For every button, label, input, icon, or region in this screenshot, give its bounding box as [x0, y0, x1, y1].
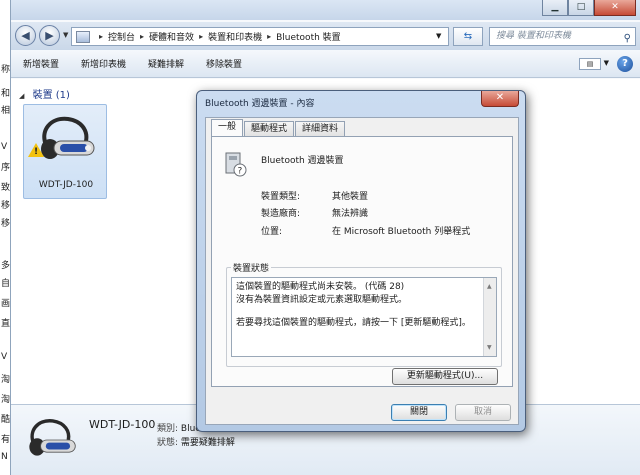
breadcrumb-devices-printers[interactable]: 裝置和印表機: [208, 30, 262, 43]
device-status-textbox[interactable]: 這個裝置的驅動程式尚未安裝。 (代碼 28) 沒有為裝置資訊設定或元素選取驅動程…: [231, 277, 497, 357]
device-name-label: WDT-JD-100: [38, 180, 94, 190]
dialog-close-button[interactable]: ✕: [481, 91, 519, 107]
bg-glyph: V: [1, 142, 8, 152]
troubleshoot-button[interactable]: 疑難排解: [148, 57, 184, 70]
window-controls: ▁ □ ✕: [542, 0, 636, 16]
dialog-title: Bluetooth 週邊裝置 - 內容: [205, 99, 315, 109]
bg-glyph: 酷: [1, 415, 11, 425]
prop-location-label: 位置:: [261, 227, 283, 237]
general-tab-content: ? Bluetooth 週邊裝置 裝置類型: 其他裝置 製造廠商: 無法辨識 位…: [211, 136, 513, 387]
address-bar-row: ◀ ▶ ▼ ▸ 控制台 ▸ 硬體和音效 ▸ 裝置和印表機 ▸ Bluetooth…: [11, 22, 640, 50]
device-status-group: 裝置狀態 這個裝置的驅動程式尚未安裝。 (代碼 28) 沒有為裝置資訊設定或元素…: [226, 261, 502, 367]
bg-glyph: 淘: [1, 395, 11, 405]
update-driver-button[interactable]: 更新驅動程式(U)...: [392, 368, 498, 385]
remove-device-button[interactable]: 移除裝置: [206, 57, 242, 70]
category-label: 類別:: [157, 424, 179, 434]
bg-glyph: N: [1, 452, 8, 462]
device-status-label: 裝置狀態: [231, 261, 272, 274]
close-window-button[interactable]: ✕: [594, 0, 636, 16]
status-scrollbar[interactable]: ▲ ▼: [483, 278, 496, 356]
status-line: 若要尋找這個裝置的驅動程式，請按一下 [更新驅動程式]。: [236, 318, 471, 328]
status-spacer: [236, 307, 492, 317]
bg-glyph: V: [1, 352, 8, 362]
details-status-row: 狀態: 需要疑難排解: [157, 435, 235, 448]
breadcrumb-control-panel[interactable]: 控制台: [108, 30, 135, 43]
search-placeholder: 搜尋 裝置和印表機: [496, 31, 571, 41]
bluetooth-properties-dialog: Bluetooth 週邊裝置 - 內容 ✕ 一般 驅動程式 詳細資料 ? Blu…: [196, 90, 526, 432]
tab-details[interactable]: 詳細資料: [295, 121, 346, 136]
recent-pages-dropdown[interactable]: ▼: [63, 31, 68, 39]
address-dropdown-icon[interactable]: ▼: [436, 32, 441, 40]
prop-location-value: 在 Microsoft Bluetooth 列舉程式: [332, 227, 471, 237]
prop-device-type-value: 其他裝置: [332, 192, 369, 202]
refresh-icon: ⇆: [463, 31, 473, 42]
chevron-right-icon[interactable]: ▸: [199, 32, 203, 41]
breadcrumb-hardware-sound[interactable]: 硬體和音效: [149, 30, 194, 43]
bg-glyph: 序: [1, 163, 11, 173]
status-value: 需要疑難排解: [180, 438, 235, 448]
add-device-button[interactable]: 新增裝置: [23, 57, 59, 70]
chevron-right-icon[interactable]: ▸: [267, 32, 271, 41]
maximize-button[interactable]: □: [568, 0, 594, 16]
cancel-button[interactable]: 取消: [455, 404, 511, 421]
bg-glyph: 画: [1, 299, 11, 309]
help-button[interactable]: ?: [617, 56, 633, 72]
view-dropdown-icon[interactable]: ▼: [604, 59, 609, 67]
prop-manufacturer-label: 製造廠商:: [261, 209, 301, 219]
refresh-button[interactable]: ⇆: [453, 27, 483, 46]
chevron-right-icon[interactable]: ▸: [140, 32, 144, 41]
bluetooth-headset-icon: [29, 419, 76, 456]
bg-glyph: 移: [1, 219, 11, 229]
back-button[interactable]: ◀: [15, 25, 36, 46]
bg-glyph: 移: [1, 201, 11, 211]
devices-group-title: 裝置 (1): [32, 90, 70, 101]
bg-glyph: 和: [1, 89, 11, 99]
status-line: 這個裝置的驅動程式尚未安裝。 (代碼 28): [236, 282, 405, 292]
window-titlebar[interactable]: ▁ □ ✕: [11, 0, 640, 20]
warning-exclamation-icon: !: [34, 147, 39, 157]
arrow-right-icon: ▶: [45, 29, 54, 42]
view-options-button[interactable]: ▤: [579, 58, 601, 70]
bluetooth-headset-icon: [41, 116, 95, 159]
status-line: 沒有為裝置資訊設定或元素選取驅動程式。: [236, 295, 408, 305]
device-tile-wdt-jd-100[interactable]: ! WDT-JD-100: [23, 104, 107, 199]
prop-manufacturer-value: 無法辨識: [332, 209, 369, 219]
bg-glyph: 有: [1, 435, 11, 445]
tab-general[interactable]: 一般: [211, 119, 244, 136]
control-panel-icon: [76, 30, 90, 43]
help-icon: ?: [622, 58, 628, 69]
status-label: 狀態:: [157, 438, 179, 448]
address-bar[interactable]: ▸ 控制台 ▸ 硬體和音效 ▸ 裝置和印表機 ▸ Bluetooth 裝置: [71, 27, 449, 46]
bg-glyph: 称: [1, 65, 11, 75]
bg-glyph: 淘: [1, 375, 11, 385]
minimize-button[interactable]: ▁: [542, 0, 568, 16]
bg-glyph: 多: [1, 261, 11, 271]
command-bar: 新增裝置 新增印表機 疑難排解 移除裝置 ▤ ▼ ?: [11, 50, 640, 78]
dialog-panel: 一般 驅動程式 詳細資料 ? Bluetooth 週邊裝置 裝置類型: 其他裝置…: [205, 117, 519, 425]
search-icon[interactable]: ⚲: [624, 30, 631, 47]
svg-text:?: ?: [238, 167, 243, 177]
bg-glyph: 相: [1, 106, 11, 116]
forward-button[interactable]: ▶: [39, 25, 60, 46]
bg-glyph: 致: [1, 183, 11, 193]
chevron-right-icon[interactable]: ▸: [99, 32, 103, 41]
bg-glyph: 自: [1, 279, 11, 289]
add-printer-button[interactable]: 新增印表機: [81, 57, 126, 70]
unknown-device-icon: ?: [225, 152, 247, 177]
scroll-up-icon[interactable]: ▲: [487, 280, 492, 293]
close-button[interactable]: 關閉: [391, 404, 447, 421]
scroll-down-icon[interactable]: ▼: [487, 341, 492, 354]
view-icon: ▤: [586, 60, 594, 68]
search-input[interactable]: 搜尋 裝置和印表機 ⚲: [489, 27, 636, 46]
bg-glyph: 直: [1, 319, 11, 329]
devices-group-header[interactable]: ◢ 裝置 (1): [19, 86, 70, 101]
tab-driver[interactable]: 驅動程式: [244, 121, 295, 136]
details-device-name: WDT-JD-100: [89, 418, 156, 431]
device-display-name: Bluetooth 週邊裝置: [261, 156, 344, 166]
prop-device-type-label: 裝置類型:: [261, 192, 301, 202]
breadcrumb-bluetooth-devices[interactable]: Bluetooth 裝置: [276, 30, 341, 43]
collapse-triangle-icon[interactable]: ◢: [19, 92, 24, 100]
arrow-left-icon: ◀: [21, 29, 30, 42]
dialog-tabs: 一般 驅動程式 詳細資料: [211, 119, 346, 136]
